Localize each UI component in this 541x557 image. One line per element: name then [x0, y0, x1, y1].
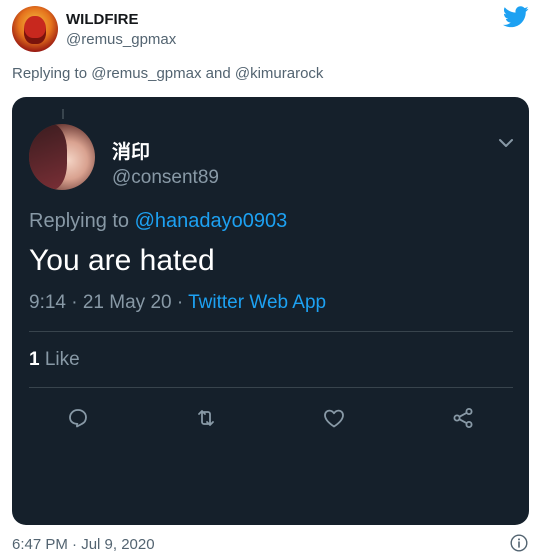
outer-display-name[interactable]: WILDFIRE	[66, 11, 139, 28]
tweet-meta: 9:14 · 21 May 20 · Twitter Web App	[29, 292, 326, 314]
retweet-icon	[198, 410, 214, 426]
embedded-tweet-card[interactable]: 消印 @consent89 Replying to @hanadayo0903 …	[12, 97, 529, 525]
reply-button[interactable]	[62, 402, 94, 434]
divider	[29, 331, 513, 332]
info-icon[interactable]	[510, 534, 528, 552]
like-button[interactable]	[318, 402, 350, 434]
thread-line	[62, 109, 64, 119]
twitter-bird-icon[interactable]	[503, 6, 529, 28]
embedded-avatar[interactable]	[29, 124, 95, 190]
share-button[interactable]	[447, 402, 479, 434]
outer-handle[interactable]: @remus_gpmax	[66, 31, 176, 48]
chevron-down-icon[interactable]	[499, 138, 513, 148]
likes-label: Like	[39, 349, 80, 370]
embedded-replying-to: Replying to @hanadayo0903	[29, 210, 287, 233]
share-icon	[453, 408, 473, 428]
tweet-time[interactable]: 9:14 · 21 May 20 ·	[29, 292, 188, 313]
mention-link[interactable]: @hanadayo0903	[135, 210, 288, 232]
outer-timestamp[interactable]: 6:47 PM · Jul 9, 2020	[12, 536, 155, 553]
tweet-source[interactable]: Twitter Web App	[188, 292, 326, 313]
outer-replying-to: Replying to @remus_gpmax and @kimurarock	[12, 65, 324, 82]
tweet-text: You are hated	[29, 244, 215, 277]
retweet-button[interactable]	[190, 402, 222, 434]
embedded-handle[interactable]: @consent89	[112, 167, 219, 189]
embedded-display-name[interactable]: 消印	[112, 137, 150, 164]
like-icon	[324, 409, 344, 428]
outer-avatar[interactable]	[12, 6, 58, 52]
divider	[29, 387, 513, 388]
likes-summary[interactable]: 1 Like	[29, 349, 80, 371]
replying-prefix: Replying to	[29, 210, 135, 232]
reply-icon	[69, 409, 87, 428]
likes-count: 1	[29, 349, 40, 370]
